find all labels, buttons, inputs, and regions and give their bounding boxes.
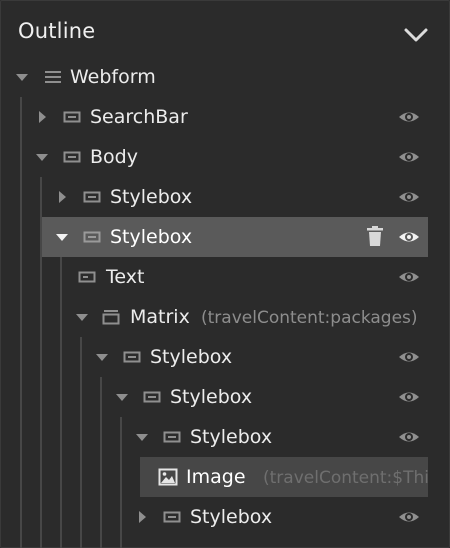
caret-down-icon[interactable] xyxy=(114,389,130,405)
tree-item-searchbar[interactable]: SearchBar xyxy=(0,97,428,137)
container-icon xyxy=(63,149,81,165)
container-icon xyxy=(123,349,141,365)
text-field-icon xyxy=(78,269,96,285)
eye-icon[interactable] xyxy=(398,108,420,126)
caret-right-icon[interactable] xyxy=(34,109,50,125)
tree-item-label: Stylebox xyxy=(150,346,233,368)
tree-item-label: Webform xyxy=(70,66,156,88)
tree-item-text[interactable]: Text xyxy=(0,257,428,297)
eye-icon[interactable] xyxy=(398,428,420,446)
eye-icon[interactable] xyxy=(398,348,420,366)
caret-down-icon[interactable] xyxy=(94,349,110,365)
form-icon xyxy=(44,69,62,85)
outline-panel: Outline Webform SearchBar Body Stylebox … xyxy=(0,0,450,548)
tree-item-matrix[interactable]: Matrix (travelContent:packages) xyxy=(0,297,428,337)
container-icon xyxy=(163,509,181,525)
tree-item-label: Stylebox xyxy=(110,226,193,248)
caret-right-icon[interactable] xyxy=(134,509,150,525)
caret-down-icon[interactable] xyxy=(34,149,50,165)
caret-down-icon[interactable] xyxy=(14,69,30,85)
eye-icon[interactable] xyxy=(398,268,420,286)
caret-right-icon[interactable] xyxy=(54,189,70,205)
tree-item-label: Stylebox xyxy=(110,186,193,208)
tree-item-stylebox[interactable]: Stylebox xyxy=(0,337,428,377)
tree-item-webform[interactable]: Webform xyxy=(0,57,428,97)
container-icon xyxy=(163,429,181,445)
tree-item-image[interactable]: Image (travelContent:$Thi xyxy=(140,457,428,497)
eye-icon[interactable] xyxy=(398,388,420,406)
tree-item-label: Matrix xyxy=(130,306,190,328)
tree-item-label: Stylebox xyxy=(170,386,253,408)
tree-item-stylebox[interactable]: Stylebox xyxy=(0,417,428,457)
tree-item-stylebox[interactable]: Stylebox xyxy=(0,497,428,537)
panel-title: Outline xyxy=(18,19,96,43)
eye-icon[interactable] xyxy=(398,148,420,166)
tree-item-stylebox[interactable]: Stylebox xyxy=(0,177,428,217)
eye-icon[interactable] xyxy=(398,508,420,526)
tree-item-label: Body xyxy=(90,146,138,168)
tree-item-body[interactable]: Body xyxy=(0,137,428,177)
tree-item-label: Stylebox xyxy=(190,426,273,448)
tree-item-label: Text xyxy=(106,266,145,288)
container-icon xyxy=(63,109,81,125)
matrix-icon xyxy=(102,309,120,325)
caret-down-icon[interactable] xyxy=(74,309,90,325)
eye-icon[interactable] xyxy=(398,188,420,206)
datasource-hint: (travelContent:packages) xyxy=(201,308,418,328)
tree-item-stylebox-selected[interactable]: Stylebox xyxy=(42,217,428,257)
datasource-hint: (travelContent:$Thi xyxy=(263,468,428,488)
caret-down-icon[interactable] xyxy=(134,429,150,445)
container-icon xyxy=(83,229,101,245)
tree-item-label: Stylebox xyxy=(190,506,273,528)
tree-item-stylebox[interactable]: Stylebox xyxy=(0,377,428,417)
image-icon xyxy=(158,468,178,486)
tree-item-clip: Image (travelContent:$Thi xyxy=(140,457,428,497)
chevron-down-icon[interactable] xyxy=(402,24,430,46)
eye-icon[interactable] xyxy=(398,228,420,246)
container-icon xyxy=(83,189,101,205)
caret-down-icon[interactable] xyxy=(54,229,70,245)
trash-icon[interactable] xyxy=(366,226,384,247)
container-icon xyxy=(143,389,161,405)
tree-item-label: Image xyxy=(186,466,246,488)
tree-item-label: SearchBar xyxy=(90,106,188,128)
